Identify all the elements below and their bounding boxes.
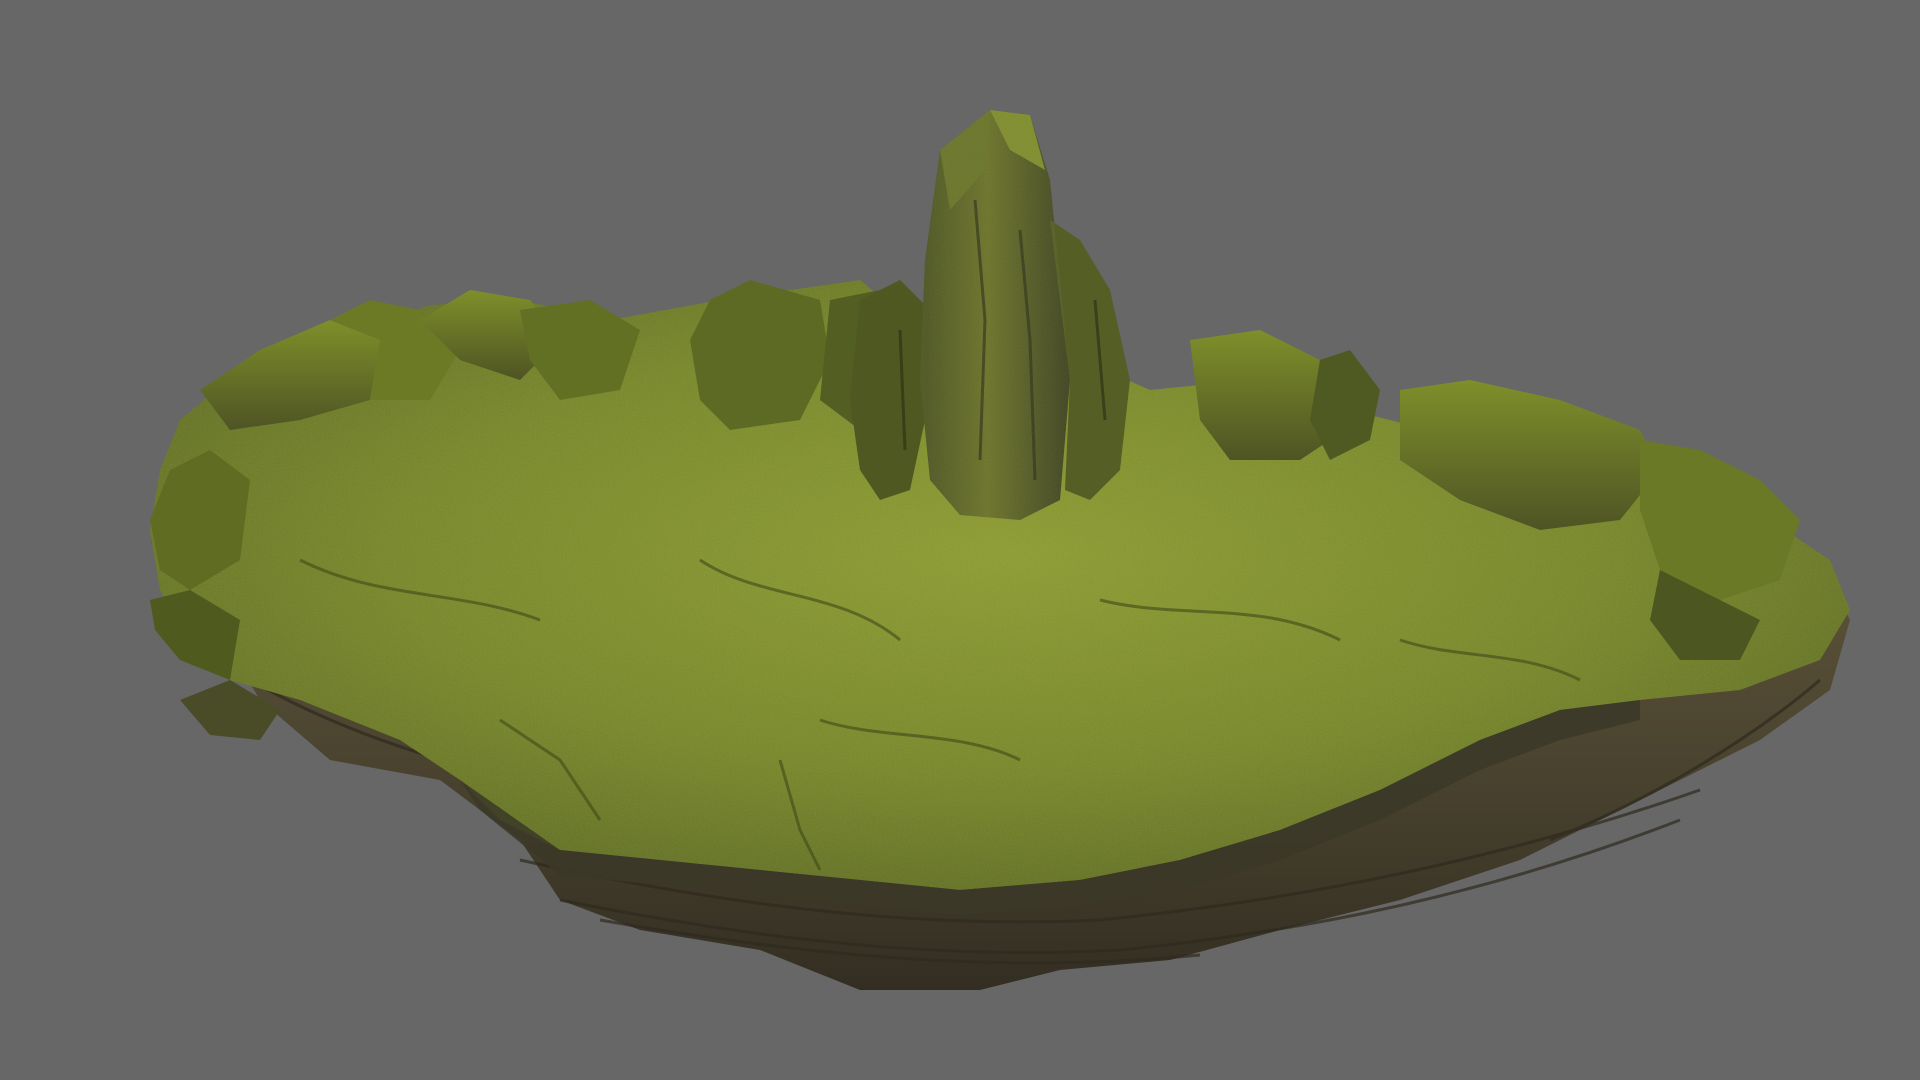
central-rock-spire [850,110,1130,520]
rock-platform-render [150,110,1850,990]
3d-viewport[interactable] [0,0,1920,1080]
